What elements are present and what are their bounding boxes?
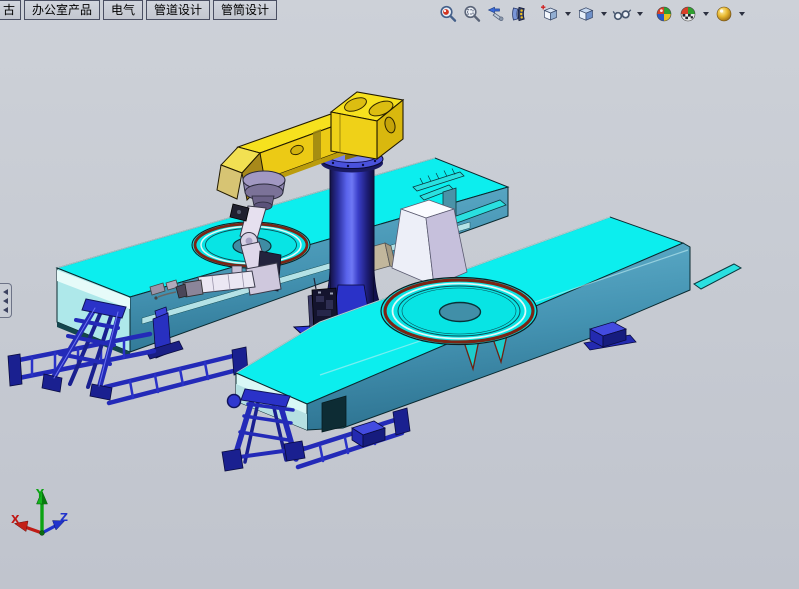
hide-show-items-icon[interactable] (611, 3, 633, 25)
edit-appearance-icon[interactable] (653, 3, 675, 25)
apply-scene-icon[interactable] (677, 3, 699, 25)
section-view-icon[interactable] (509, 3, 531, 25)
cad-application-window: { "window": { "type": "cad-graphics-area… (0, 0, 799, 589)
view-settings-icon[interactable] (713, 3, 735, 25)
graphics-area[interactable]: X Y Z (0, 0, 799, 589)
triad-y-label: Y (35, 487, 45, 500)
tab-tubing-design[interactable]: 管筒设计 (213, 0, 277, 20)
apply-scene-dropdown[interactable] (703, 12, 709, 16)
view-orientation-dropdown[interactable] (565, 12, 571, 16)
previous-view-icon[interactable] (485, 3, 507, 25)
view-settings-dropdown[interactable] (739, 12, 745, 16)
collapse-left-arrow-icon (3, 307, 8, 313)
heads-up-view-toolbar (437, 2, 747, 26)
tab-electrical[interactable]: 电气 (103, 0, 143, 20)
tab-piping-design[interactable]: 管道设计 (146, 0, 210, 20)
collapse-left-arrow-icon (3, 298, 8, 304)
orientation-triad: X Y Z (11, 487, 68, 535)
panel-splitter-handle[interactable] (0, 283, 12, 318)
collapse-left-arrow-icon (3, 289, 8, 295)
hide-show-items-dropdown[interactable] (637, 12, 643, 16)
triad-x-label: X (11, 513, 20, 526)
display-style-dropdown[interactable] (601, 12, 607, 16)
tab-office-products[interactable]: 办公室产品 (24, 0, 100, 20)
view-orientation-icon[interactable] (539, 3, 561, 25)
box-support-mid[interactable] (352, 421, 385, 447)
tab-cutoff[interactable]: 古 (0, 0, 21, 20)
display-style-icon[interactable] (575, 3, 597, 25)
triad-z-label: Z (60, 511, 68, 524)
command-manager-tabbar: 古 办公室产品 电气 管道设计 管筒设计 (0, 0, 277, 20)
zoom-to-fit-icon[interactable] (437, 3, 459, 25)
zoom-to-area-icon[interactable] (461, 3, 483, 25)
right-rotary-ring[interactable] (381, 278, 537, 345)
